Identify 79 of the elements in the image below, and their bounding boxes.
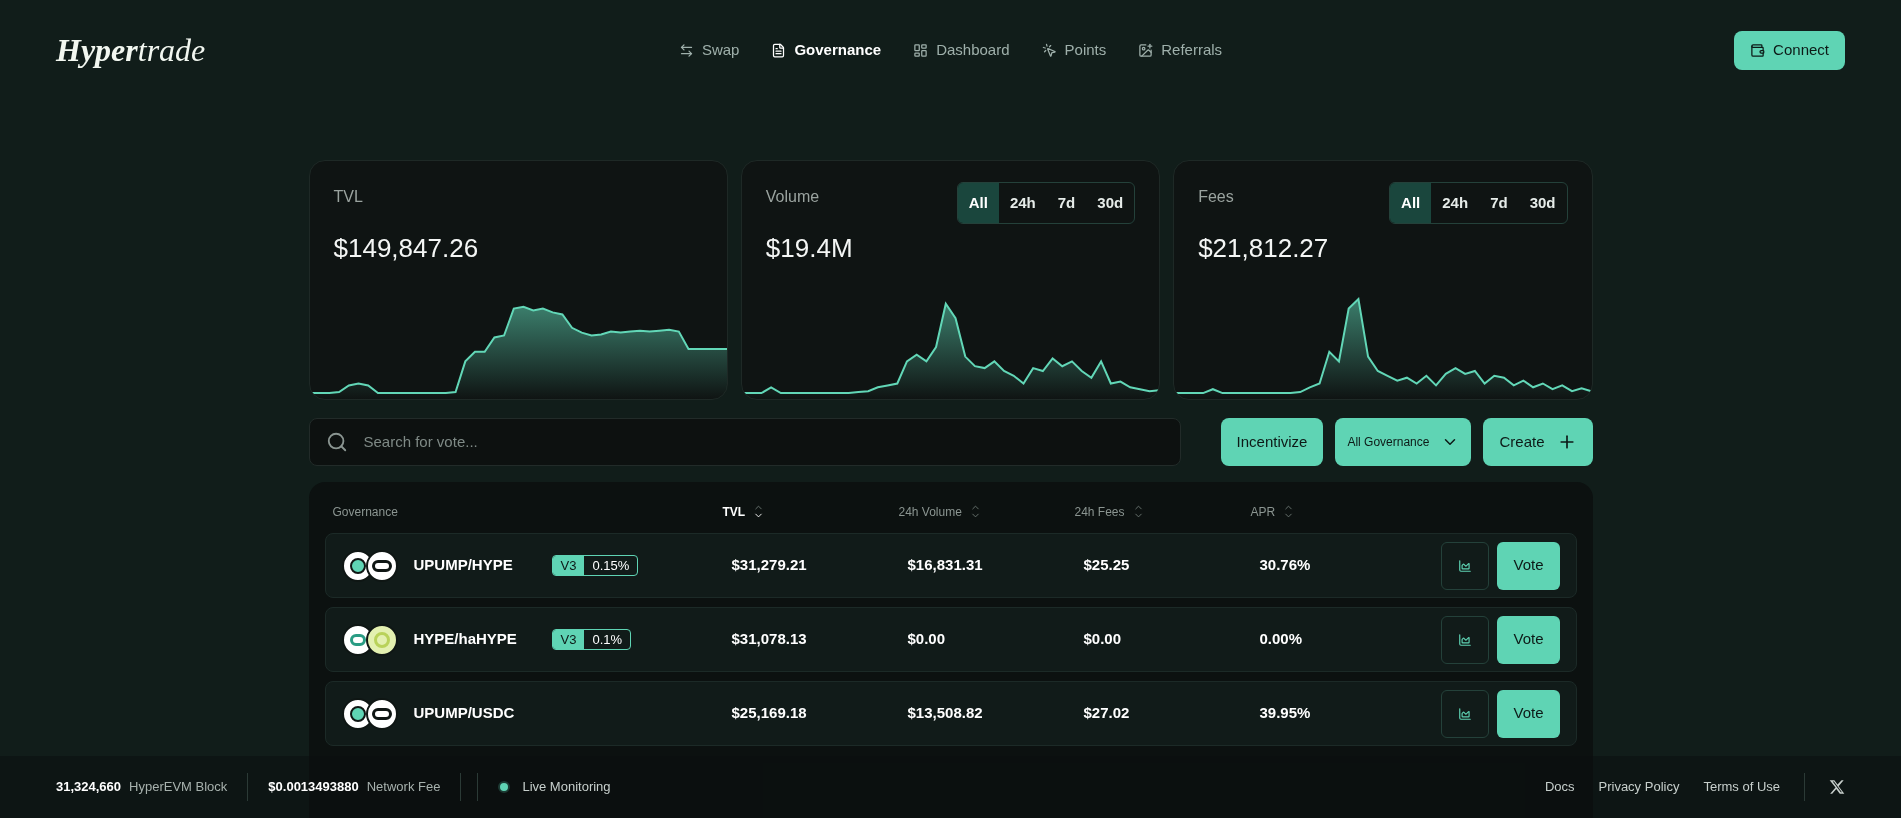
column-header: Governance — [332, 503, 398, 521]
document-icon — [771, 42, 787, 58]
volume-cell-text: $16,831.31 — [907, 555, 984, 576]
nav-link[interactable]: Dashboard — [913, 38, 1010, 62]
card-title: Volume — [765, 187, 821, 207]
fees-cell-text: $0.00 — [1083, 629, 1123, 650]
tvl-cell-text: $31,078.13 — [731, 629, 808, 650]
range-tab[interactable]: 7d — [1479, 183, 1519, 223]
footer-link[interactable]: Docs — [1544, 777, 1575, 797]
stat-value: 31,324,660 — [56, 778, 122, 797]
range-tab[interactable]: 24h — [998, 183, 1047, 223]
card-value: $19.4M — [765, 232, 853, 265]
fees-cell-text: $27.02 — [1083, 703, 1131, 724]
table-row[interactable]: UPUMP/HYPE V3 0.15% $31,279.21 $16,831.31 $25.25 30.76% Vote — [324, 533, 1577, 598]
nav-link[interactable]: Points — [1041, 38, 1107, 62]
create-button[interactable]: Create — [1483, 418, 1593, 466]
card-title: Fees — [1198, 187, 1235, 207]
tvl-cell-text: $25,169.18 — [731, 703, 808, 724]
apr-cell-text: 0.00% — [1259, 629, 1304, 650]
range-tab[interactable]: All — [957, 183, 999, 223]
fees-cell-text: $25.25 — [1083, 555, 1131, 576]
token-pair-icon — [341, 623, 398, 656]
connect-button[interactable]: Connect — [1734, 30, 1845, 70]
fee-tier-badge: V3 0.15% — [551, 554, 639, 577]
apr-cell-text: 30.76% — [1259, 555, 1312, 576]
column-header[interactable]: APR — [1250, 502, 1276, 521]
pointer-icon — [1041, 42, 1057, 58]
vote-button[interactable]: Vote — [1497, 541, 1560, 590]
x-logo-icon[interactable] — [1829, 779, 1845, 795]
dashboard-icon — [913, 42, 929, 58]
range-tab[interactable]: 30d — [1518, 183, 1567, 223]
stat-label: HyperEVM Block — [129, 778, 228, 797]
footer-link[interactable]: Privacy Policy — [1598, 777, 1680, 797]
vote-button[interactable]: Vote — [1497, 615, 1560, 664]
column-header[interactable]: TVL — [722, 502, 746, 521]
token-pair-icon — [341, 697, 398, 730]
range-tab[interactable]: All — [1390, 183, 1432, 223]
image-plus-icon — [1138, 42, 1154, 58]
area-chart-icon — [1458, 706, 1473, 721]
apr-cell-text: 39.95% — [1259, 703, 1312, 724]
area-chart-icon — [1458, 558, 1473, 573]
nav-link[interactable]: Governance — [771, 38, 882, 62]
pair-name: UPUMP/USDC — [413, 703, 516, 724]
table-row[interactable]: HYPE/haHYPE V3 0.1% $31,078.13 $0.00 $0.00 0.00% Vote — [324, 607, 1577, 672]
chart-button[interactable] — [1441, 541, 1490, 590]
wallet-icon — [1750, 42, 1766, 58]
nav-link[interactable]: Referrals — [1138, 38, 1223, 62]
pair-name: UPUMP/HYPE — [413, 555, 514, 576]
footer-link[interactable]: Terms of Use — [1703, 777, 1780, 797]
table-row[interactable]: UPUMP/USDC $25,169.18 $13,508.82 $27.02 39.95% Vote — [324, 681, 1577, 746]
token-pair-icon — [341, 549, 398, 582]
range-tab[interactable]: 7d — [1046, 183, 1087, 223]
fee-tier-badge: V3 0.1% — [551, 628, 632, 651]
chart-button[interactable] — [1441, 689, 1490, 738]
column-header[interactable]: 24h Volume — [898, 502, 962, 521]
pair-name: HYPE/haHYPE — [413, 629, 518, 650]
vote-button[interactable]: Vote — [1497, 689, 1560, 738]
range-tab[interactable]: 24h — [1431, 183, 1480, 223]
card-value: $149,847.26 — [333, 232, 479, 265]
filter-dropdown[interactable]: All Governance — [1335, 418, 1472, 466]
swap-arrows-icon — [678, 42, 694, 58]
search-field[interactable]: Search for vote... — [308, 418, 1181, 466]
nav-link[interactable]: Swap — [678, 38, 740, 62]
search-input[interactable]: Search for vote... — [363, 430, 1164, 454]
range-tab[interactable]: 30d — [1086, 183, 1135, 223]
volume-cell-text: $13,508.82 — [907, 703, 984, 724]
search-icon — [325, 431, 348, 453]
stat-value: $0.0013493880 — [268, 778, 359, 797]
brand-logo[interactable]: Hypertrade — [56, 26, 456, 74]
chart-button[interactable] — [1441, 615, 1490, 664]
card-value: $21,812.27 — [1198, 232, 1329, 265]
stat-label: Network Fee — [366, 778, 441, 797]
area-chart-icon — [1458, 632, 1473, 647]
card-title: TVL — [333, 187, 364, 207]
incentivize-button[interactable]: Incentivize — [1220, 418, 1324, 466]
live-status-label: Live Monitoring — [522, 778, 611, 797]
volume-cell-text: $0.00 — [907, 629, 947, 650]
tvl-cell-text: $31,279.21 — [731, 555, 808, 576]
column-header[interactable]: 24h Fees — [1074, 502, 1125, 521]
